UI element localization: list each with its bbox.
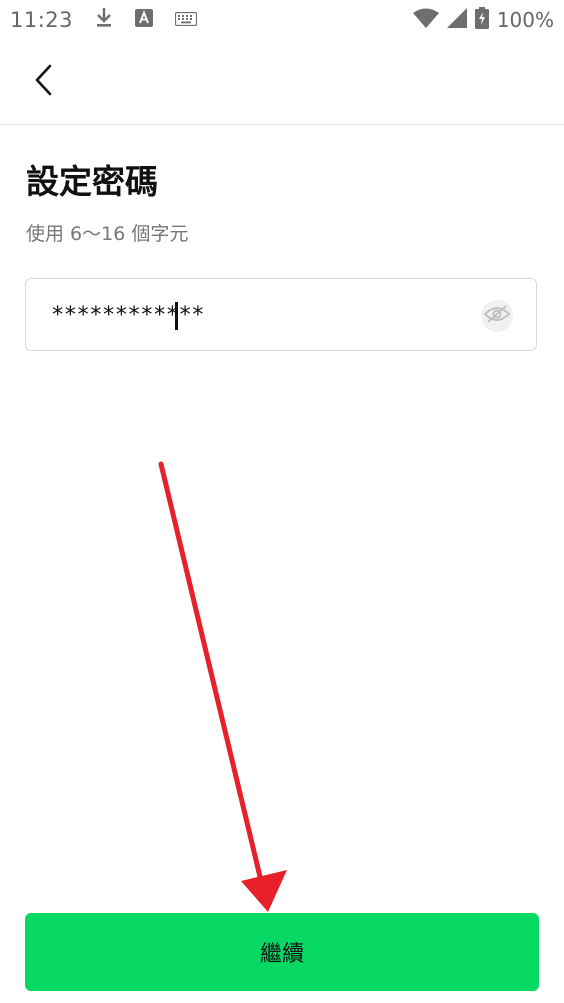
page-subtitle: 使用 6～16 個字元: [26, 223, 189, 245]
status-bar-right: 100%: [412, 7, 564, 33]
status-time: 11:23: [10, 8, 74, 32]
continue-button[interactable]: 繼續: [25, 913, 539, 991]
chevron-left-icon: [33, 64, 55, 100]
battery-percent: 100%: [496, 8, 554, 32]
eye-slash-icon: [483, 304, 511, 328]
page-title: 設定密碼: [26, 162, 158, 201]
header: [0, 40, 564, 125]
text-cursor: [175, 302, 178, 330]
cellular-signal-icon: [446, 8, 467, 32]
text-a-icon: [135, 9, 154, 31]
password-input[interactable]: ************: [25, 278, 537, 351]
password-value: ************: [51, 303, 204, 328]
status-bar: 11:23 100%: [0, 0, 564, 40]
keyboard-icon: [174, 11, 198, 30]
battery-charging-icon: [474, 7, 489, 33]
annotation-arrow: [158, 461, 287, 912]
status-bar-left: 11:23: [0, 7, 198, 33]
toggle-password-visibility-button[interactable]: [481, 300, 513, 332]
back-button[interactable]: [22, 60, 66, 104]
wifi-icon: [412, 8, 439, 32]
download-icon: [95, 7, 113, 33]
set-password-screen: 11:23 100% 設定密碼 使用 6～16 個字元 ************…: [0, 0, 564, 1003]
